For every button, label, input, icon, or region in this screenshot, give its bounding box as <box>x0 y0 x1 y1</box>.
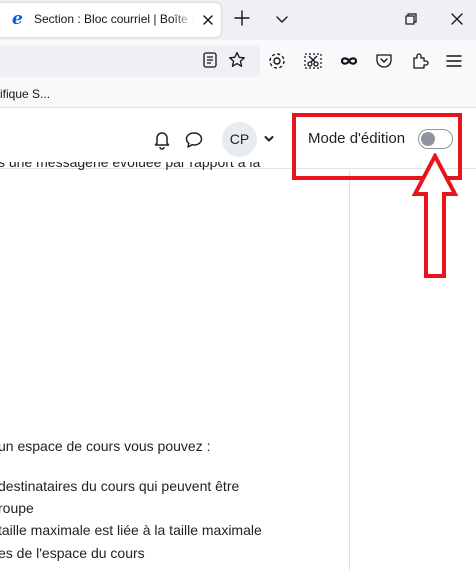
right-drawer-divider <box>349 170 350 570</box>
close-tab-icon[interactable] <box>199 11 217 29</box>
bell-icon[interactable] <box>151 128 173 150</box>
window-close-icon[interactable] <box>446 8 468 30</box>
cut-text: s une messagerie évoluée par rapport à l… <box>0 162 261 170</box>
chat-bubble-icon[interactable] <box>183 129 205 151</box>
gear-icon[interactable] <box>266 50 288 72</box>
browser-tab-active[interactable]: e Section : Bloc courriel | Boîte à <box>0 3 221 37</box>
content-paragraph: taille maximale est liée à la taille max… <box>0 522 262 538</box>
url-bar[interactable] <box>0 45 260 77</box>
hamburger-menu-icon[interactable] <box>443 50 465 72</box>
bookmark-item[interactable]: ifique S... <box>0 87 50 101</box>
chevron-down-icon[interactable] <box>263 133 275 145</box>
extensions-puzzle-icon[interactable] <box>409 50 431 72</box>
content-paragraph: roupe <box>0 500 34 516</box>
bookmarks-toolbar: ifique S... <box>0 82 476 108</box>
screenshot-scissors-icon[interactable] <box>302 50 324 72</box>
infinity-extension-icon[interactable] <box>338 50 360 72</box>
site-favicon-icon: e <box>12 9 23 29</box>
content-paragraph: un espace de cours vous pouvez : <box>0 438 211 454</box>
annotation-up-arrow-icon <box>412 153 458 278</box>
reader-view-icon[interactable] <box>200 50 220 70</box>
browser-tab-strip: e Section : Bloc courriel | Boîte à <box>0 0 476 40</box>
user-avatar[interactable]: CP <box>222 122 257 157</box>
tab-title: Section : Bloc courriel | Boîte à <box>34 12 194 26</box>
new-tab-plus-icon[interactable] <box>231 7 253 29</box>
content-paragraph: es de l'espace du cours <box>0 545 145 561</box>
content-paragraph: destinataires du cours qui peuvent être <box>0 478 240 494</box>
list-all-tabs-chevron-icon[interactable] <box>271 8 293 30</box>
pocket-icon[interactable] <box>373 50 395 72</box>
window-restore-icon[interactable] <box>400 8 422 30</box>
bookmark-star-icon[interactable] <box>227 50 247 70</box>
